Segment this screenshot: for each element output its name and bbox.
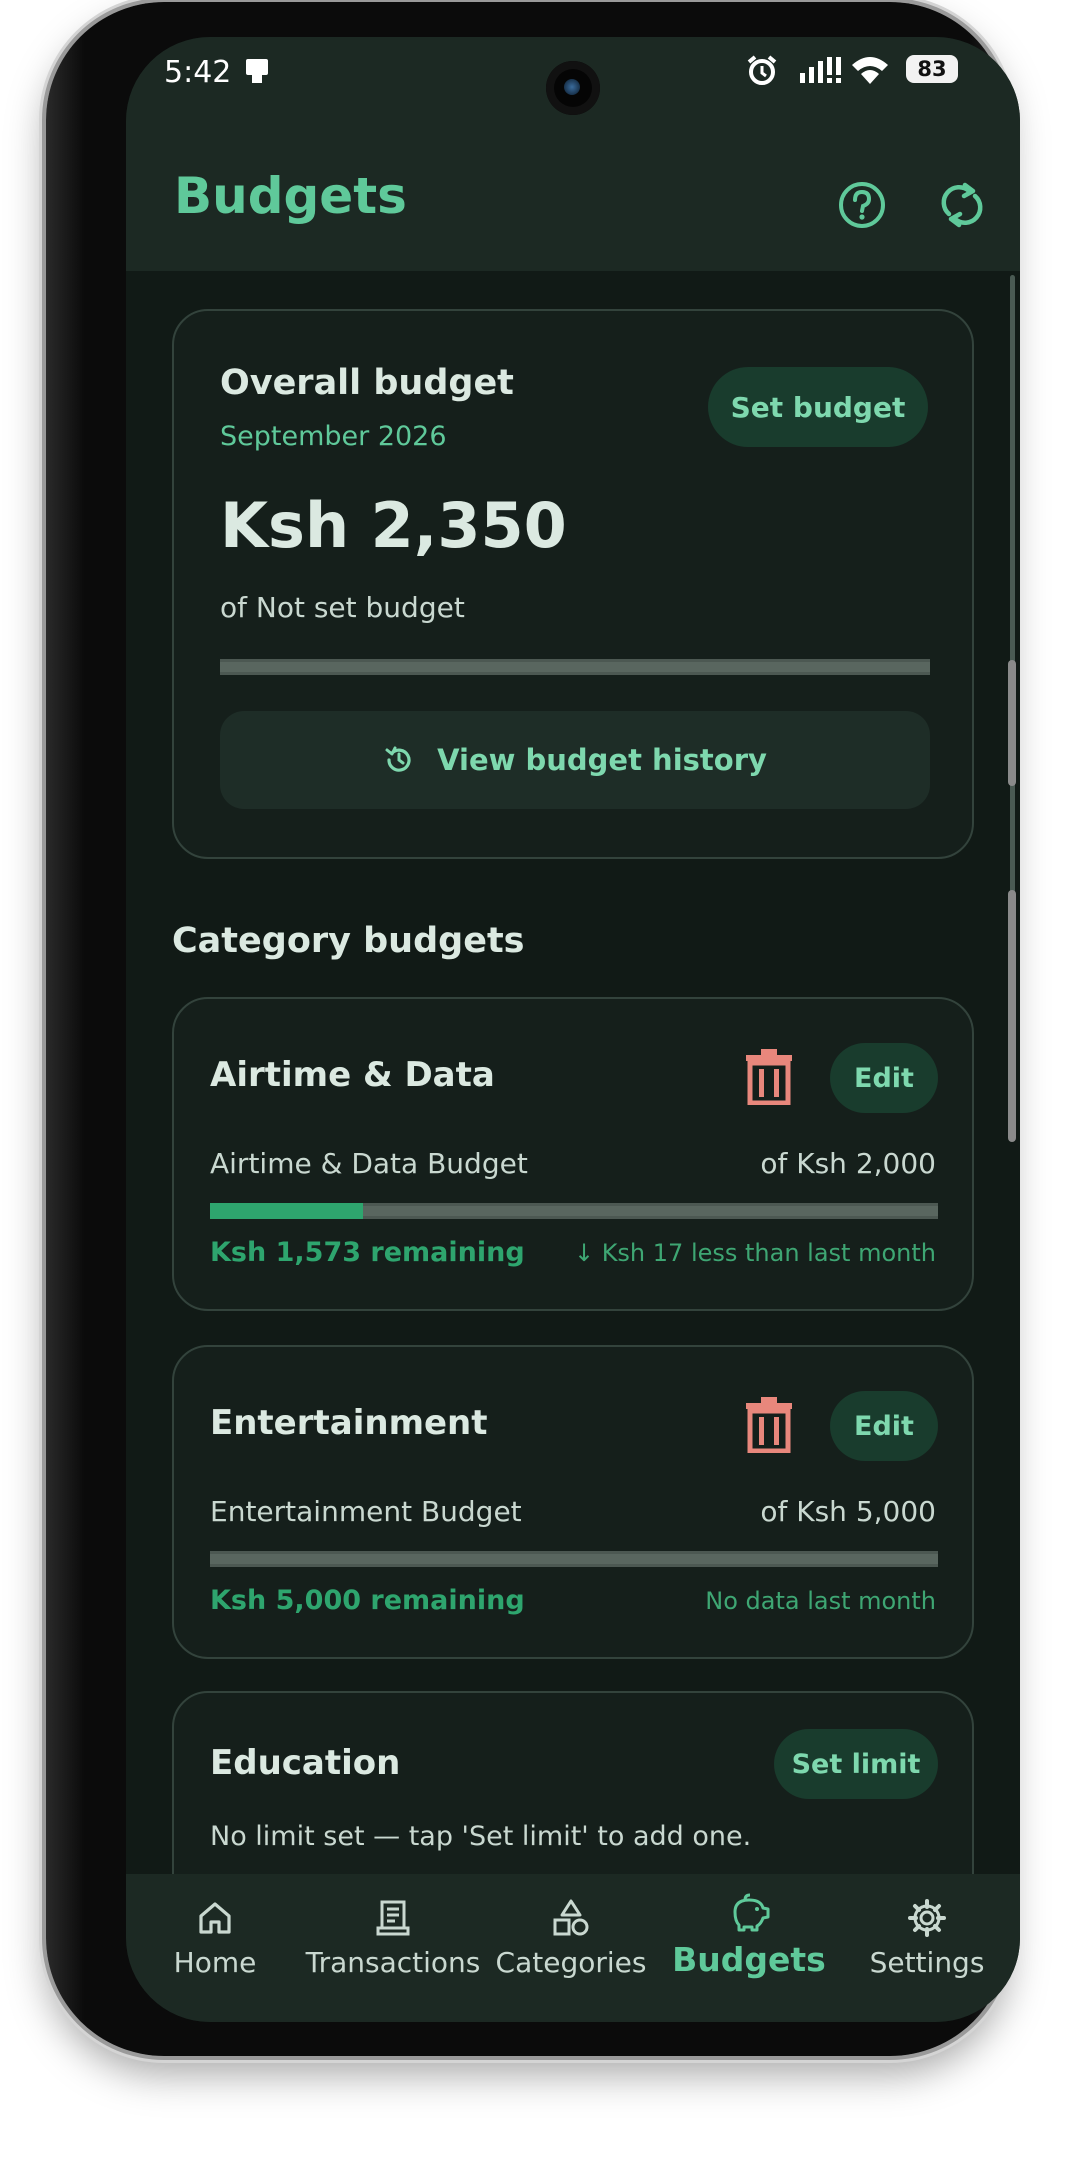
category-name: Entertainment	[210, 1403, 488, 1443]
delete-icon[interactable]	[744, 1049, 794, 1105]
receipt-icon	[376, 1900, 410, 1936]
app-bar: Budgets	[126, 137, 1020, 271]
remaining-amount: Ksh 5,000 remaining	[210, 1585, 525, 1616]
nav-settings[interactable]: Settings	[838, 1898, 1016, 1979]
category-name: Airtime & Data	[210, 1055, 495, 1095]
set-limit-button[interactable]: Set limit	[774, 1729, 938, 1799]
budget-limit: of Ksh 2,000	[760, 1147, 936, 1180]
nav-transactions[interactable]: Transactions	[304, 1898, 482, 1979]
remaining-amount: Ksh 1,573 remaining	[210, 1237, 525, 1268]
sim-icon	[246, 59, 268, 83]
nav-categories[interactable]: Categories	[482, 1898, 660, 1979]
edit-button[interactable]: Edit	[830, 1391, 938, 1461]
set-budget-button[interactable]: Set budget	[708, 367, 928, 447]
alarm-icon	[747, 55, 777, 85]
bottom-navigation: Home Transactions Categories Budgets Set…	[126, 1874, 1020, 2022]
category-name: Education	[210, 1743, 401, 1783]
phone-frame: 5:42 83 Budgets Overall budget September…	[46, 2, 1020, 2056]
overall-budget-card: Overall budget September 2026 Set budget…	[172, 309, 974, 859]
nav-budgets[interactable]: Budgets	[660, 1892, 838, 1979]
nav-home[interactable]: Home	[126, 1898, 304, 1979]
page-title: Budgets	[174, 167, 407, 225]
no-limit-text: No limit set — tap 'Set limit' to add on…	[210, 1821, 752, 1852]
scrollbar[interactable]	[1010, 275, 1015, 895]
overall-progress-bar	[220, 659, 930, 675]
wifi-icon	[852, 57, 888, 84]
shapes-icon	[553, 1899, 589, 1936]
piggy-bank-icon	[733, 1893, 770, 1932]
category-progress-fill	[210, 1203, 363, 1219]
budget-month: September 2026	[220, 421, 447, 452]
sync-icon	[941, 182, 983, 228]
budget-name: Entertainment Budget	[210, 1495, 522, 1528]
nav-home-label: Home	[173, 1946, 257, 1979]
category-progress-bar	[210, 1203, 938, 1219]
category-progress-bar	[210, 1551, 938, 1567]
category-card-education: Education Set limit No limit set — tap '…	[172, 1691, 974, 1874]
month-comparison: ↓ Ksh 17 less than last month	[573, 1239, 936, 1267]
nav-settings-label: Settings	[869, 1946, 985, 1979]
content-scroll[interactable]: Overall budget September 2026 Set budget…	[126, 271, 1020, 1874]
nav-categories-label: Categories	[495, 1946, 647, 1979]
volume-button	[1008, 660, 1016, 786]
category-budgets-heading: Category budgets	[172, 921, 525, 961]
signal-icon	[800, 57, 841, 83]
status-time: 5:42	[164, 55, 232, 90]
gear-icon	[908, 1899, 946, 1937]
nav-transactions-label: Transactions	[305, 1946, 481, 1979]
budget-limit: of Ksh 5,000	[760, 1495, 936, 1528]
overall-spent-amount: Ksh 2,350	[220, 489, 567, 562]
status-bar: 5:42 83	[126, 37, 1020, 137]
month-comparison: No data last month	[705, 1587, 936, 1615]
help-button[interactable]	[834, 177, 890, 233]
screen: 5:42 83 Budgets Overall budget September…	[126, 37, 1020, 2022]
category-card-airtime: Airtime & Data Edit Airtime & Data Budge…	[172, 997, 974, 1311]
front-camera	[546, 61, 600, 115]
nav-budgets-label: Budgets	[672, 1940, 826, 1979]
overall-budget-of: of Not set budget	[220, 591, 465, 624]
history-icon	[385, 746, 411, 772]
delete-icon[interactable]	[744, 1397, 794, 1453]
sync-button[interactable]	[934, 177, 990, 233]
battery-indicator: 83	[906, 55, 958, 83]
help-icon	[839, 182, 885, 228]
category-card-entertainment: Entertainment Edit Entertainment Budget …	[172, 1345, 974, 1659]
view-budget-history-label: View budget history	[437, 743, 767, 777]
home-icon	[199, 1902, 231, 1934]
budget-name: Airtime & Data Budget	[210, 1147, 528, 1180]
view-budget-history-button[interactable]: View budget history	[220, 711, 930, 809]
edit-button[interactable]: Edit	[830, 1043, 938, 1113]
power-button	[1008, 890, 1016, 1142]
overall-budget-title: Overall budget	[220, 363, 514, 403]
